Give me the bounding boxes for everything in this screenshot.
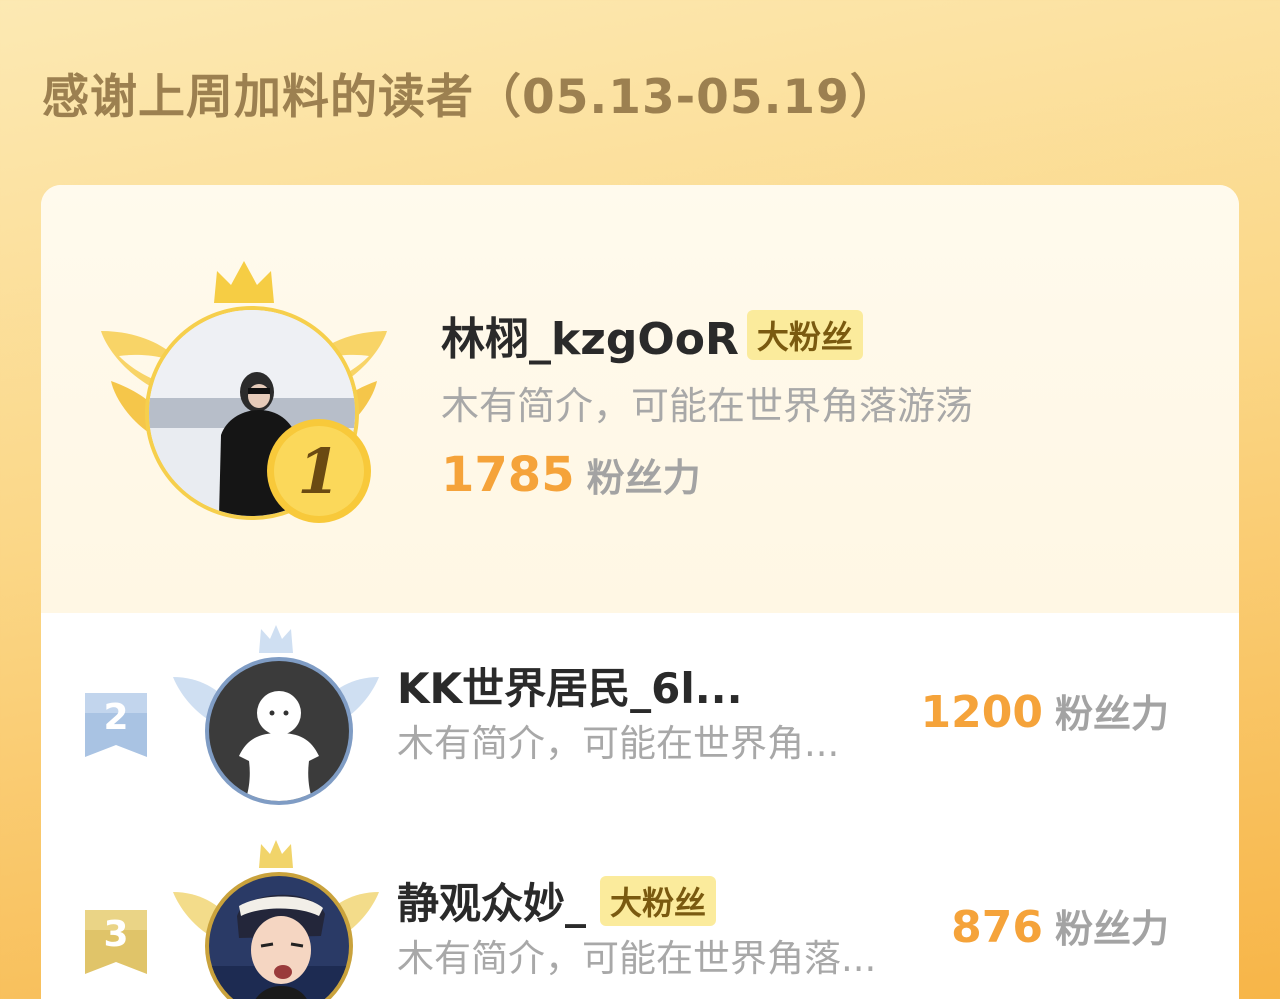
leaderboard-card: 1 林栩_kzgOoR 大粉丝 木有简介，可能在世界角落游荡 1785 粉丝力 2 <box>41 185 1239 999</box>
rank-3-fan-badge: 大粉丝 <box>600 875 717 926</box>
list-item[interactable]: 3 静观众妙_ 大粉丝 木有简介，可能在世界角落... 876 粉丝力 <box>41 840 1239 999</box>
rank-3-score-unit: 粉丝力 <box>1054 907 1169 951</box>
rank-2-flag: 2 <box>85 693 147 757</box>
rank-2-score: 1200 <box>920 687 1043 738</box>
rank-3-intro: 木有简介，可能在世界角落... <box>397 937 877 980</box>
first-place-intro: 木有简介，可能在世界角落游荡 <box>441 384 974 428</box>
rank-3-avatar-frame[interactable] <box>169 840 383 999</box>
rank-3-flag: 3 <box>85 910 147 974</box>
rank-2-score-row: 1200 粉丝力 <box>921 683 1169 738</box>
rank-2-avatar <box>209 661 349 801</box>
rank-3-name-row: 静观众妙_ 大粉丝 <box>397 870 717 931</box>
top-reader-section: 1 林栩_kzgOoR 大粉丝 木有简介，可能在世界角落游荡 1785 粉丝力 <box>41 185 1239 613</box>
rank-3-avatar <box>209 876 349 999</box>
rank-2-name-row: KK世界居民_6l... <box>397 655 743 716</box>
rank-3-score: 876 <box>951 902 1043 953</box>
rank-2-intro: 木有简介，可能在世界角... <box>397 722 840 765</box>
rank-2-name[interactable]: KK世界居民_6l... <box>397 655 743 716</box>
list-item[interactable]: 2 KK世界居民_6l... 木有简介，可能在世界角... 1200 粉丝力 <box>41 625 1239 825</box>
first-place-name[interactable]: 林栩_kzgOoR <box>441 303 739 367</box>
rank-2-number: 2 <box>103 697 129 738</box>
rank-2-score-unit: 粉丝力 <box>1054 692 1169 736</box>
rank-2-avatar-frame[interactable] <box>169 625 383 815</box>
rank-3-name[interactable]: 静观众妙_ <box>397 870 586 931</box>
rank-3-score-row: 876 粉丝力 <box>951 898 1169 953</box>
first-place-avatar-frame[interactable]: 1 <box>99 261 389 531</box>
first-place-name-row: 林栩_kzgOoR 大粉丝 <box>441 303 863 367</box>
first-place-avatar <box>145 306 359 520</box>
page-title: 感谢上周加料的读者（05.13-05.19） <box>42 70 898 125</box>
first-place-score-unit: 粉丝力 <box>586 456 701 500</box>
first-place-fan-badge: 大粉丝 <box>746 310 863 360</box>
rank-3-number: 3 <box>103 914 129 955</box>
first-place-score: 1785 <box>441 447 575 503</box>
first-place-score-row: 1785 粉丝力 <box>441 447 701 503</box>
